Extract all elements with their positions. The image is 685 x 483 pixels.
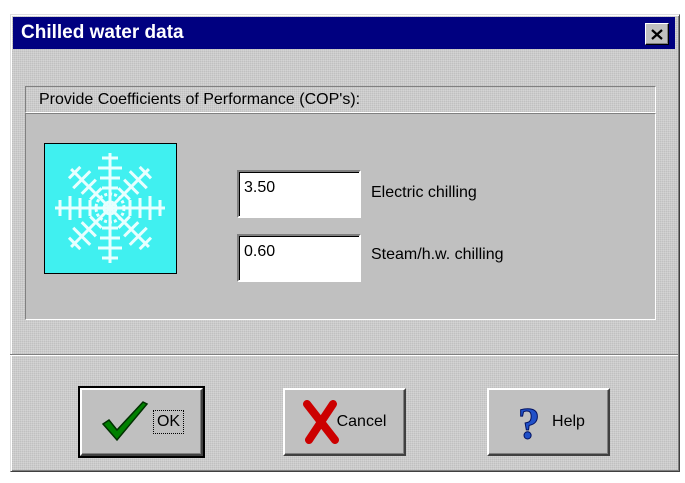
snowflake-icon — [55, 153, 165, 263]
ok-button[interactable]: OK — [78, 386, 205, 458]
close-button[interactable] — [645, 23, 669, 45]
close-icon — [651, 28, 663, 40]
title-bar[interactable]: Chilled water data — [13, 17, 675, 49]
help-label: Help — [552, 413, 585, 430]
steam-cop-input[interactable]: 0.60 — [237, 234, 361, 282]
steam-cop-label: Steam/h.w. chilling — [371, 246, 504, 263]
electric-cop-label: Electric chilling — [371, 184, 477, 201]
separator — [10, 354, 678, 356]
electric-cop-input[interactable]: 3.50 — [237, 170, 361, 218]
snowflake-picture — [44, 143, 177, 274]
question-icon: ? — [518, 400, 541, 444]
x-icon — [302, 400, 339, 444]
cancel-label: Cancel — [336, 413, 387, 430]
group-label: Provide Coefficients of Performance (COP… — [39, 91, 361, 108]
help-button[interactable]: ? Help — [487, 388, 610, 456]
checkmark-icon — [101, 401, 149, 442]
ok-label: OK — [152, 410, 185, 434]
svg-text:?: ? — [518, 400, 540, 444]
window-title: Chilled water data — [21, 22, 184, 43]
cancel-button[interactable]: Cancel — [283, 388, 406, 456]
